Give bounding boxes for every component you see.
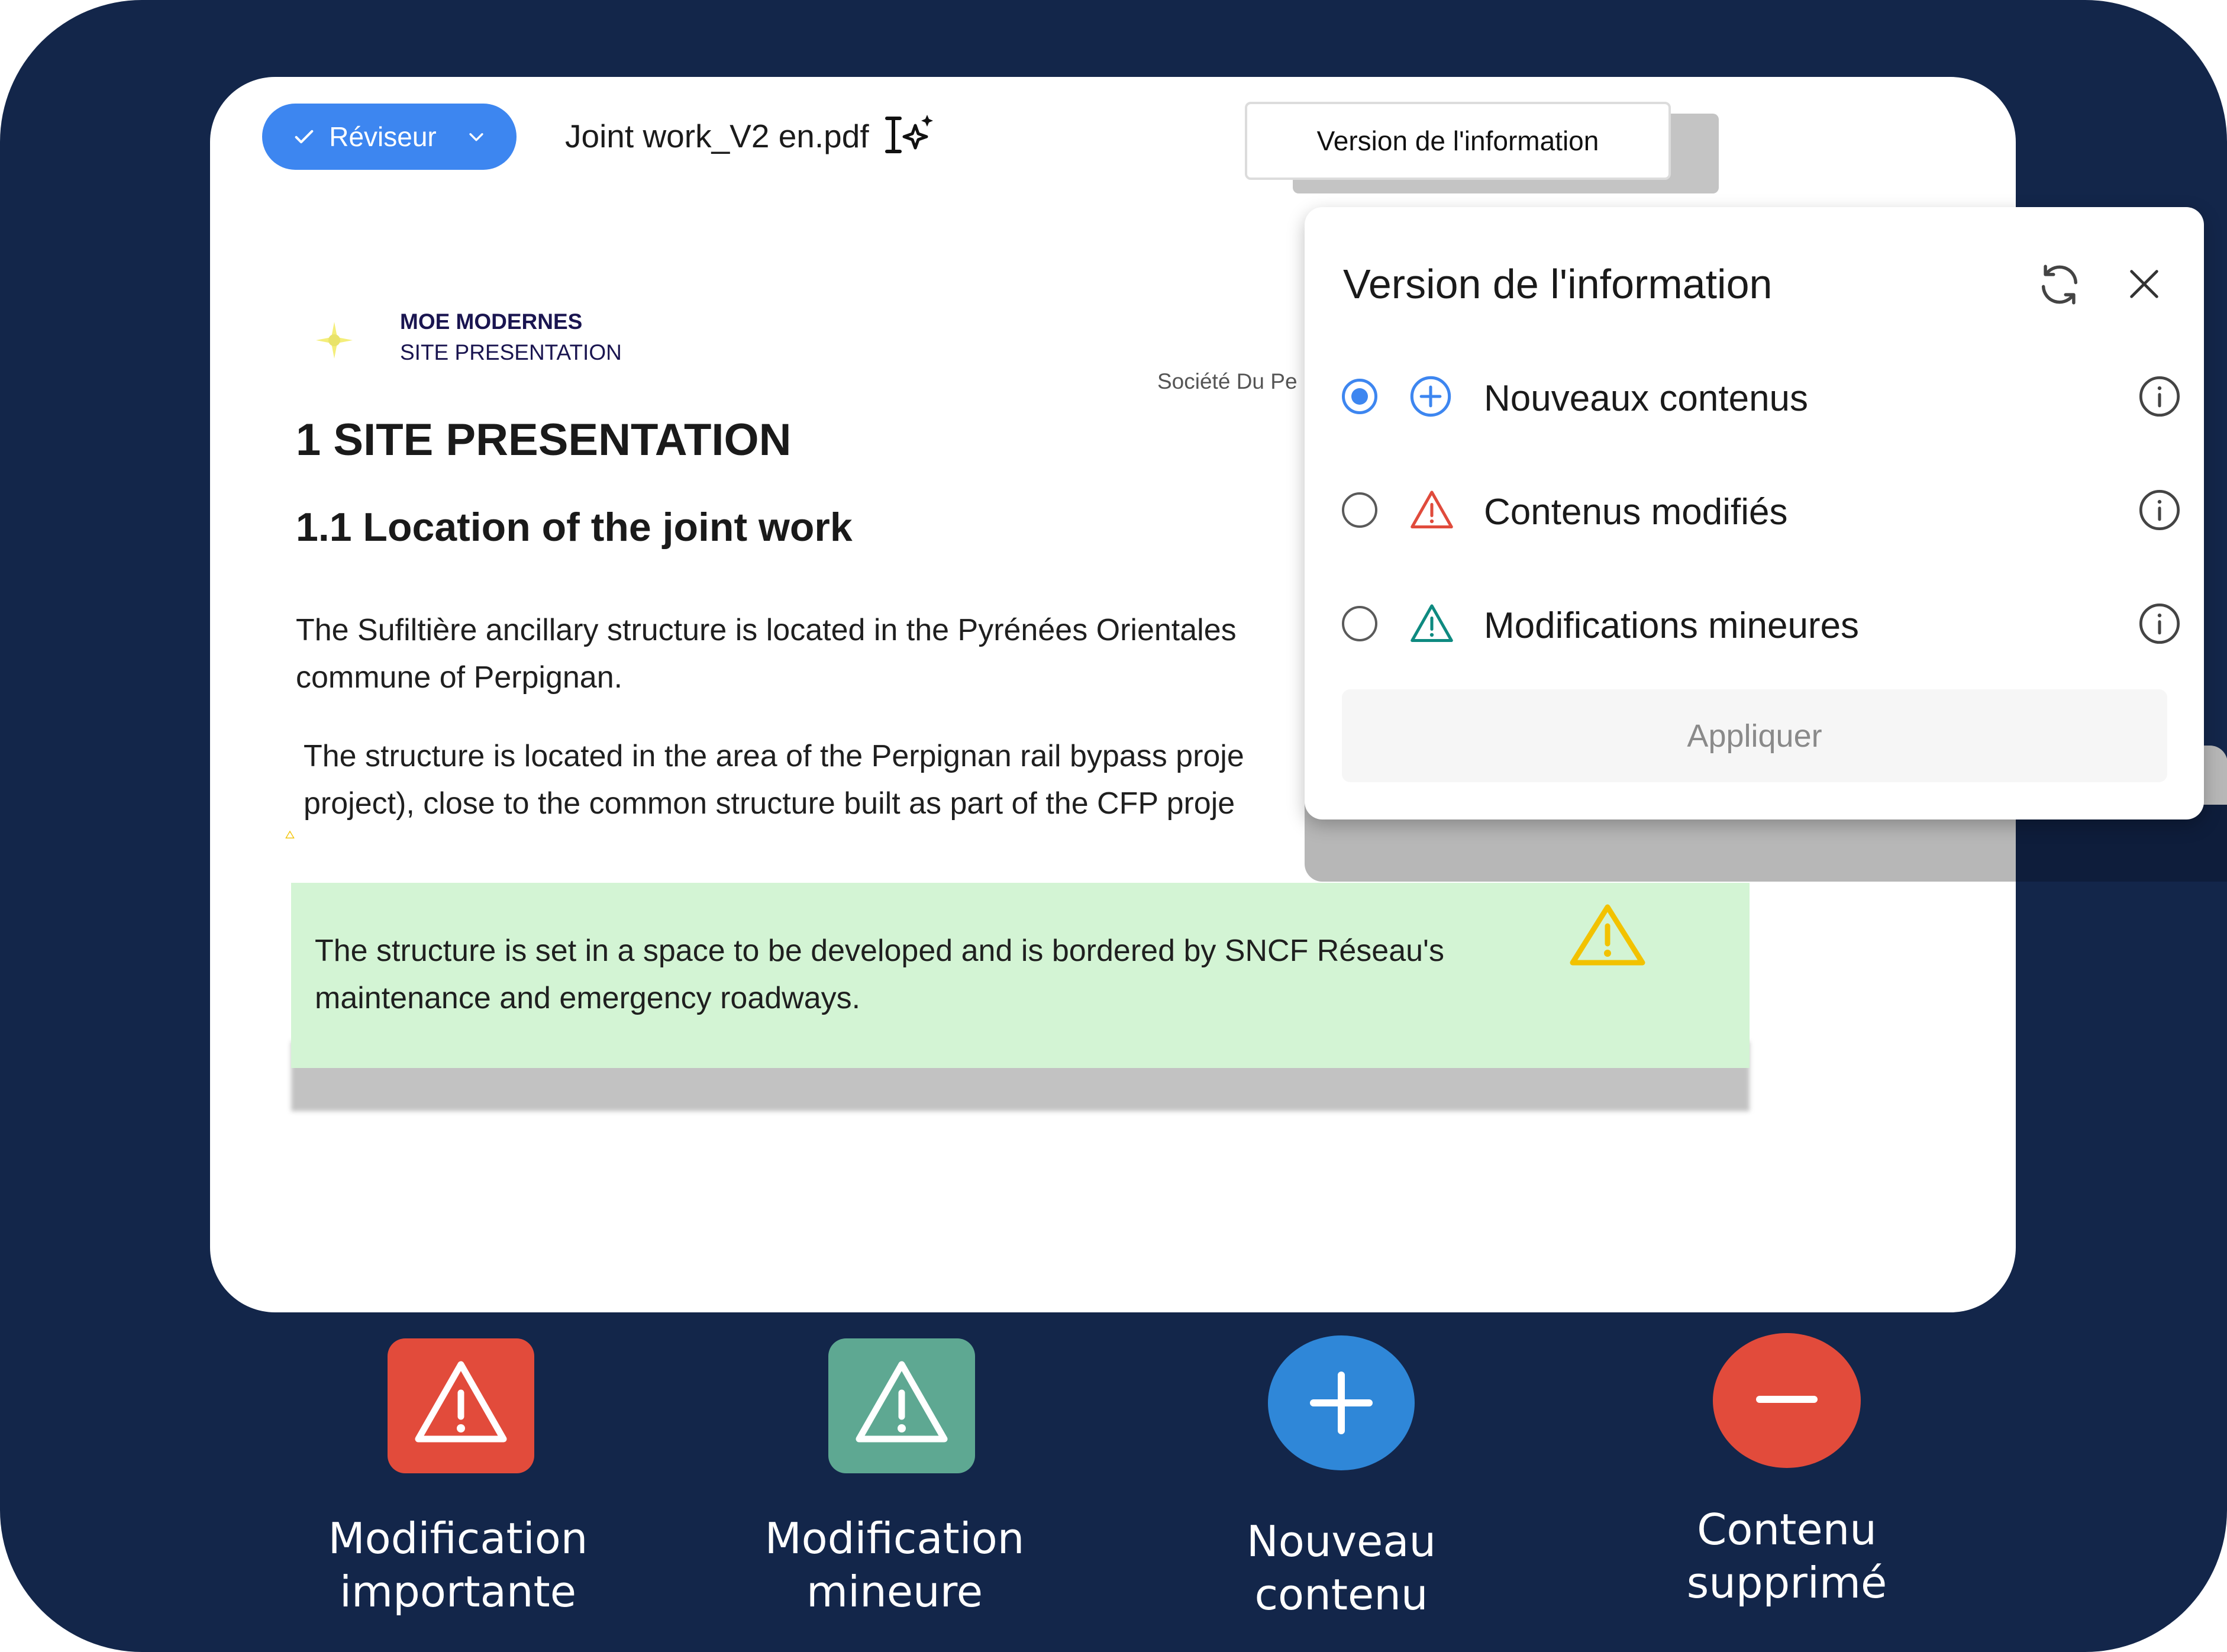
radio-modified-content[interactable] — [1342, 492, 1377, 528]
apply-button[interactable]: Appliquer — [1342, 689, 2167, 782]
deleted-content-badge — [1713, 1333, 1861, 1468]
plus-circle-icon — [1410, 376, 1451, 417]
legend-line: Modification — [328, 1514, 588, 1563]
info-icon[interactable] — [2137, 488, 2182, 533]
important-modification-tile — [388, 1338, 534, 1473]
option-minor-changes[interactable]: Modifications mineures — [1342, 588, 2182, 659]
paragraph-1: The Sufiltière ancillary structure is lo… — [296, 606, 1302, 701]
document-title: Joint work_V2 en.pdf — [565, 112, 935, 160]
warning-icon — [1411, 491, 1453, 529]
company-name: Société Du Pe — [1157, 369, 1298, 393]
check-icon — [295, 130, 314, 144]
info-icon[interactable] — [2137, 374, 2182, 419]
highlight-text: The structure is set in a space to be de… — [315, 927, 1444, 1022]
subsection-heading: 1.1 Location of the joint work — [296, 505, 853, 550]
option-modified-content[interactable]: Contenus modifiés — [1342, 475, 2182, 546]
option-new-content[interactable]: Nouveaux contenus — [1342, 361, 2182, 432]
legend-line: contenu — [1254, 1570, 1428, 1619]
highlight-line-2: maintenance and emergency roadways. — [315, 981, 861, 1015]
legend-label-minor: Modification mineure — [717, 1512, 1072, 1618]
legend-line: Nouveau — [1246, 1517, 1437, 1566]
highlight-line-1: The structure is set in a space to be de… — [315, 934, 1444, 968]
option-label: Nouveaux contenus — [1484, 378, 1809, 419]
option-label: Modifications mineures — [1484, 605, 1860, 646]
chevron-down-icon — [469, 133, 483, 141]
option-label: Contenus modifiés — [1484, 492, 1788, 533]
legend-line: supprimé — [1686, 1558, 1887, 1608]
brand-name: MOE MODERNES — [400, 309, 583, 334]
legend-line: Modification — [764, 1514, 1025, 1563]
ai-text-cursor-icon[interactable] — [882, 112, 935, 160]
reviewer-dropdown-button[interactable]: Réviseur — [262, 104, 517, 170]
app-background: Réviseur Joint work_V2 en.pdf Version de… — [0, 0, 2227, 1652]
version-info-tab-button[interactable]: Version de l'information — [1245, 102, 1671, 180]
reviewer-label: Réviseur — [329, 121, 437, 152]
version-info-tab-label: Version de l'information — [1316, 125, 1599, 156]
sparkle-logo-icon — [316, 322, 353, 359]
close-icon[interactable] — [2125, 265, 2163, 303]
paragraph-2: The structure is located in the area of … — [304, 733, 1309, 827]
radio-minor-changes[interactable] — [1342, 606, 1377, 641]
legend-line: Contenu — [1697, 1505, 1877, 1554]
small-warning-icon — [285, 830, 295, 838]
info-icon[interactable] — [2137, 601, 2182, 646]
radio-new-content[interactable] — [1342, 379, 1377, 414]
panel-title: Version de l'information — [1343, 261, 1773, 307]
section-heading: 1 SITE PRESENTATION — [296, 415, 792, 465]
legend-label-new: Nouveau contenu — [1164, 1515, 1519, 1621]
brand-subtitle: SITE PRESENTATION — [400, 340, 622, 364]
refresh-icon[interactable] — [2035, 260, 2084, 309]
warning-icon — [1411, 604, 1453, 643]
legend-line: mineure — [806, 1567, 983, 1616]
paragraph-2-line-2: project), close to the common structure … — [304, 786, 1235, 821]
legend-line: importante — [339, 1567, 576, 1616]
warning-icon[interactable] — [1569, 902, 1646, 967]
new-content-badge — [1268, 1335, 1415, 1470]
legend-label-important: Modification importante — [280, 1512, 635, 1618]
legend-label-deleted: Contenu supprimé — [1609, 1503, 1964, 1609]
paragraph-2-line-1: The structure is located in the area of … — [304, 739, 1244, 773]
paragraph-1-line-2: commune of Perpignan. — [296, 660, 623, 695]
document-name: Joint work_V2 en.pdf — [565, 118, 869, 154]
minor-modification-tile — [828, 1338, 975, 1473]
paragraph-1-line-1: The Sufiltière ancillary structure is lo… — [296, 613, 1237, 647]
